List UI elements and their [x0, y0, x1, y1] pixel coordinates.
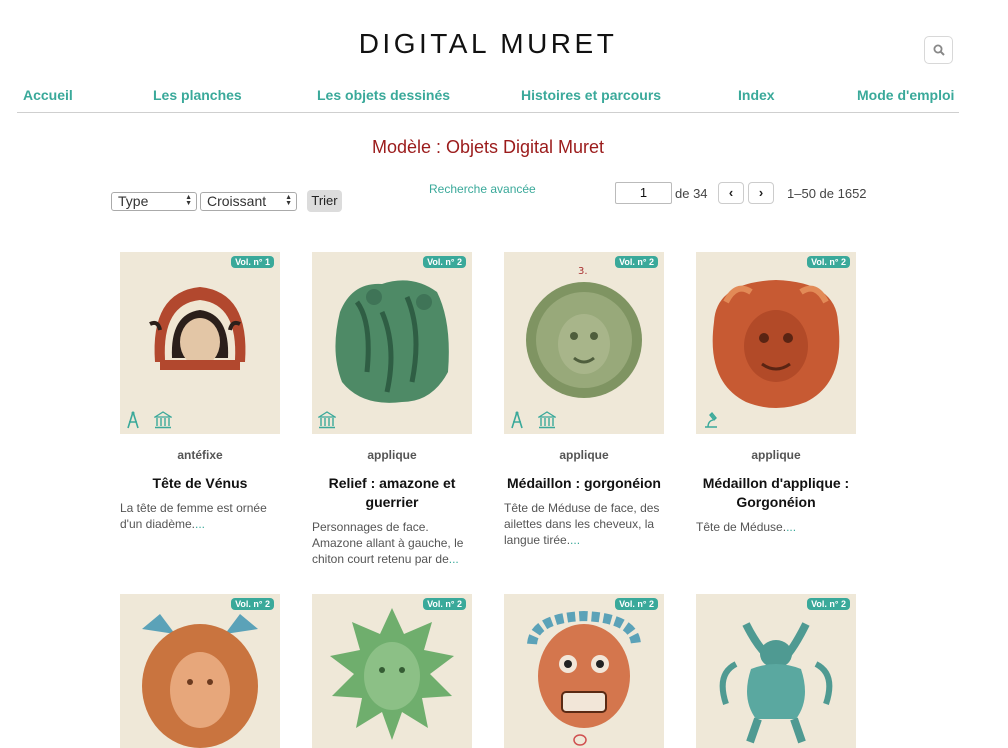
page-number-input[interactable]: 1 — [615, 182, 672, 204]
medusa-head-image — [142, 614, 258, 748]
sort-field-value: Type — [118, 193, 149, 209]
nav-planches[interactable]: Les planches — [153, 87, 242, 103]
object-description: La tête de femme est ornée d'un diadème.… — [120, 501, 267, 531]
object-thumbnail[interactable]: Vol. n° 1 — [120, 252, 280, 434]
gorgoneion-image — [712, 280, 840, 408]
object-title[interactable]: Tête de Vénus — [114, 474, 286, 493]
object-card[interactable]: Vol. n° 2 — [120, 594, 290, 748]
object-type: applique — [751, 448, 801, 462]
object-card[interactable]: Vol. n° 1 antéfixe Tête de Vénus La tête… — [120, 252, 290, 582]
winged-figure-image — [719, 622, 833, 744]
nav-histoires[interactable]: Histoires et parcours — [521, 87, 661, 103]
object-type: applique — [559, 448, 609, 462]
object-card[interactable]: Vol. n° 2 — [504, 594, 674, 748]
site-title[interactable]: DIGITAL MURET — [0, 28, 976, 60]
object-description: Tête de Méduse.... — [696, 520, 797, 534]
advanced-search-link[interactable]: Recherche avancée — [429, 182, 536, 196]
compass-icon — [127, 411, 139, 429]
object-type: antéfixe — [177, 448, 223, 462]
svg-text:3.: 3. — [578, 266, 588, 277]
volume-badge: Vol. n° 2 — [615, 598, 658, 610]
object-title[interactable]: Médaillon d'applique : Gorgonéion — [690, 474, 862, 512]
volume-badge: Vol. n° 2 — [615, 256, 658, 268]
object-thumbnail[interactable]: Vol. n° 2 — [504, 594, 664, 748]
object-thumbnail[interactable]: 3. Vol. n° 2 — [504, 252, 664, 434]
object-thumbnail[interactable]: Vol. n° 2 — [696, 594, 856, 748]
read-more-link[interactable]: ... — [449, 552, 459, 566]
object-card[interactable]: 3. Vol. n° 2 applique Médaillon : gorgon… — [504, 252, 674, 582]
object-title[interactable]: Relief : amazone et guerrier — [306, 474, 478, 512]
mask-image — [527, 610, 641, 746]
object-thumbnail[interactable]: Vol. n° 2 — [312, 252, 472, 434]
select-arrows-icon: ▲ ▼ — [285, 194, 292, 207]
object-card[interactable]: Vol. n° 2 applique Médaillon d'applique … — [696, 252, 866, 582]
volume-badge: Vol. n° 2 — [807, 256, 850, 268]
object-description: Personnages de face. Amazone allant à ga… — [312, 520, 464, 566]
sort-button[interactable]: Trier — [307, 190, 342, 212]
object-card[interactable]: Vol. n° 2 — [696, 594, 866, 748]
volume-badge: Vol. n° 2 — [423, 256, 466, 268]
object-description: Tête de Méduse de face, des ailettes dan… — [504, 501, 660, 547]
prev-page-button[interactable]: ‹ — [718, 182, 744, 204]
object-thumbnail[interactable]: Vol. n° 2 — [312, 594, 472, 748]
object-title[interactable]: Médaillon : gorgonéion — [498, 474, 670, 493]
medallion-image: 3. — [526, 266, 642, 398]
sort-order-value: Croissant — [207, 193, 267, 209]
sort-order-select[interactable]: Croissant ▲ ▼ — [200, 192, 297, 211]
object-type: applique — [367, 448, 417, 462]
antefix-image — [149, 287, 246, 370]
object-card[interactable]: Vol. n° 2 applique Relief : amazone et g… — [312, 252, 482, 582]
sort-field-select[interactable]: Type ▲ ▼ — [111, 192, 197, 211]
search-button[interactable] — [924, 36, 953, 64]
volume-badge: Vol. n° 2 — [231, 598, 274, 610]
page-count: de 34 — [675, 186, 708, 201]
next-page-button[interactable]: › — [748, 182, 774, 204]
nav-index[interactable]: Index — [738, 87, 775, 103]
museum-icon — [154, 411, 172, 429]
page-title: Modèle : Objets Digital Muret — [371, 137, 605, 157]
relief-image — [335, 280, 449, 403]
read-more-link[interactable]: ... — [786, 520, 796, 534]
compass-icon — [511, 411, 523, 429]
main-nav: Accueil Les planches Les objets dessinés… — [17, 87, 959, 113]
volume-badge: Vol. n° 1 — [231, 256, 274, 268]
object-thumbnail[interactable]: Vol. n° 2 — [696, 252, 856, 434]
object-card[interactable]: Vol. n° 2 — [312, 594, 482, 748]
museum-icon — [318, 411, 336, 429]
volume-badge: Vol. n° 2 — [423, 598, 466, 610]
results-range: 1–50 de 1652 — [787, 186, 867, 201]
nav-accueil[interactable]: Accueil — [23, 87, 73, 103]
search-icon — [933, 44, 945, 56]
read-more-link[interactable]: ... — [570, 533, 580, 547]
museum-icon — [538, 411, 556, 429]
read-more-link[interactable]: ... — [195, 517, 205, 531]
object-thumbnail[interactable]: Vol. n° 2 — [120, 594, 280, 748]
nav-mode-emploi[interactable]: Mode d'emploi — [857, 87, 954, 103]
microscope-icon — [705, 411, 717, 428]
volume-badge: Vol. n° 2 — [807, 598, 850, 610]
sun-medusa-image — [330, 608, 454, 740]
nav-objets[interactable]: Les objets dessinés — [317, 87, 450, 103]
select-arrows-icon: ▲ ▼ — [185, 194, 192, 207]
